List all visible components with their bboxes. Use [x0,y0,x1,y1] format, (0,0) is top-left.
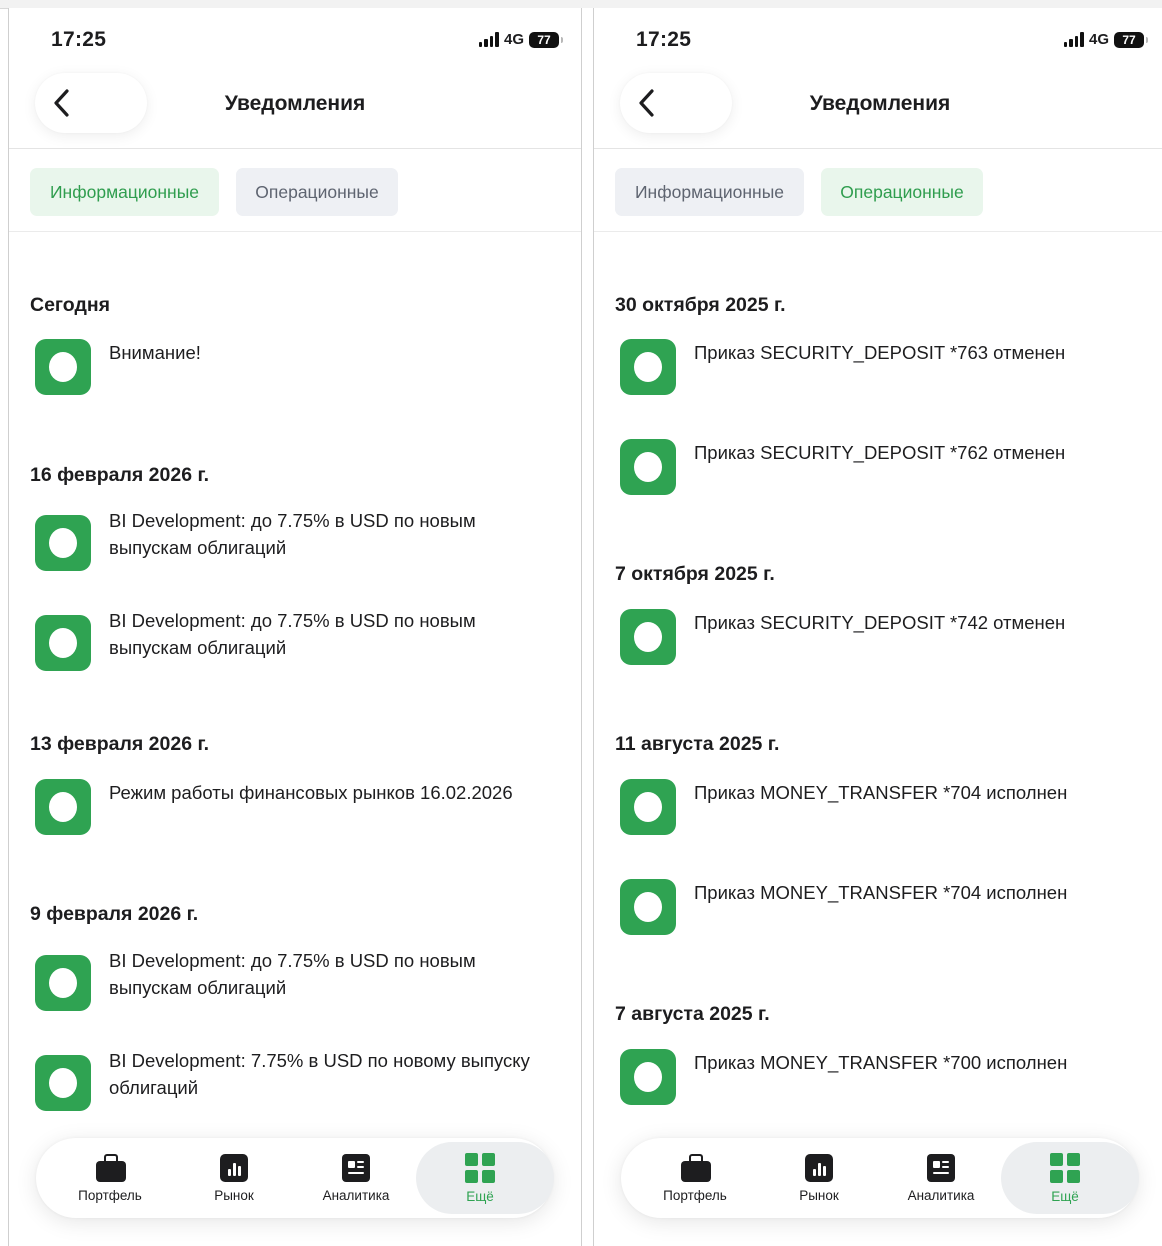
notification-icon [35,515,91,571]
notifications-list: 30 октября 2025 г. Приказ SECURITY_DEPOS… [594,231,1162,1246]
nav-more[interactable]: Ещё [1001,1138,1139,1218]
nav-market[interactable]: Рынок [757,1138,881,1218]
notification-icon [620,609,676,665]
status-bar: 17:25 4G 77 [594,8,1162,68]
notification-item[interactable]: Приказ SECURITY_DEPOSIT *762 отменен [620,439,1148,501]
notification-text: Приказ SECURITY_DEPOSIT *742 отменен [694,612,1066,633]
notification-text: Приказ MONEY_TRANSFER *704 исполнен [694,882,1068,903]
notification-text: BI Development: до 7.75% в USD по новым … [109,510,476,558]
header: Уведомления [9,68,581,149]
notification-text: BI Development: до 7.75% в USD по новым … [109,610,476,658]
notification-icon [35,779,91,835]
page-title: Уведомления [809,92,951,115]
notification-text: BI Development: до 7.75% в USD по новым … [109,950,476,998]
signal-icon [1063,32,1084,47]
group-date-title: 30 октября 2025 г. [615,294,786,316]
nav-market[interactable]: Рынок [172,1138,296,1218]
notification-text: Приказ SECURITY_DEPOSIT *762 отменен [694,442,1066,463]
group-date-title: Сегодня [30,294,110,316]
tab-informational[interactable]: Информационные [30,168,219,216]
tabs-bar: Информационные Операционные [9,149,581,232]
notification-item[interactable]: BI Development: до 7.75% в USD по новым … [35,507,563,571]
nav-label: Аналитика [907,1187,975,1203]
bottom-navigation: Портфель Рынок Аналитика Ещё [36,1138,554,1218]
nav-label: Рынок [214,1187,254,1203]
group-date-title: 11 августа 2025 г. [615,733,780,755]
nav-analytics[interactable]: Аналитика [294,1138,418,1218]
network-label: 4G [1088,31,1109,48]
notification-icon [35,955,91,1011]
notification-icon [620,879,676,935]
notification-text: Приказ MONEY_TRANSFER *704 исполнен [694,782,1068,803]
notification-icon [35,1055,91,1111]
nav-label: Ещё [1051,1188,1079,1204]
bottom-navigation: Портфель Рынок Аналитика Ещё [621,1138,1139,1218]
group-date-title: 7 октября 2025 г. [615,563,775,585]
notification-text: Приказ SECURITY_DEPOSIT *763 отменен [694,342,1066,363]
notification-item[interactable]: Приказ MONEY_TRANSFER *704 исполнен [620,779,1148,841]
battery-icon: 77 [1114,31,1148,48]
notification-icon [620,779,676,835]
notification-icon [35,339,91,395]
status-indicators: 4G 77 [1063,31,1148,48]
notification-item[interactable]: BI Development: 7.75% в USD по новому вы… [35,1047,563,1111]
tab-operational[interactable]: Операционные [821,168,983,216]
notification-item[interactable]: Приказ SECURITY_DEPOSIT *742 отменен [620,609,1148,671]
news-icon [927,1153,955,1182]
notification-icon [620,339,676,395]
notification-icon [620,1049,676,1105]
notification-item[interactable]: Приказ SECURITY_DEPOSIT *763 отменен [620,339,1148,401]
network-label: 4G [503,31,524,48]
notification-icon [620,439,676,495]
tab-operational[interactable]: Операционные [236,168,398,216]
notification-item[interactable]: Режим работы финансовых рынков 16.02.202… [35,779,563,841]
nav-label: Портфель [78,1187,142,1203]
notification-item[interactable]: Внимание! [35,339,563,401]
header: Уведомления [594,68,1162,149]
notifications-list: Сегодня Внимание! 16 февраля 2026 г. BI … [9,231,581,1246]
notification-item[interactable]: Приказ MONEY_TRANSFER *700 исполнен [620,1049,1148,1111]
screen-divider [582,8,593,1246]
group-date-title: 7 августа 2025 г. [615,1003,770,1025]
status-time: 17:25 [51,28,107,51]
chart-icon [220,1153,248,1182]
group-date-title: 13 февраля 2026 г. [30,733,210,755]
nav-more[interactable]: Ещё [416,1138,554,1218]
phone-screen-informational: 17:25 4G 77 Уведомления Информационные О… [8,8,582,1246]
nav-label: Ещё [466,1188,494,1204]
nav-analytics[interactable]: Аналитика [879,1138,1003,1218]
page-title: Уведомления [224,92,366,115]
battery-icon: 77 [529,31,563,48]
notification-text: Внимание! [109,342,201,363]
briefcase-icon [95,1153,126,1182]
nav-portfolio[interactable]: Портфель [633,1138,757,1218]
phone-screen-operational: 17:25 4G 77 Уведомления Информационные О… [593,8,1162,1246]
nav-label: Рынок [799,1187,839,1203]
briefcase-icon [680,1153,711,1182]
group-date-title: 16 февраля 2026 г. [30,464,210,486]
notification-text: Режим работы финансовых рынков 16.02.202… [109,782,513,803]
tab-informational[interactable]: Информационные [615,168,804,216]
nav-portfolio[interactable]: Портфель [48,1138,172,1218]
status-bar: 17:25 4G 77 [9,8,581,68]
tabs-bar: Информационные Операционные [594,149,1162,232]
nav-label: Портфель [663,1187,727,1203]
grid-icon [1050,1152,1080,1183]
notification-text: Приказ MONEY_TRANSFER *700 исполнен [694,1052,1068,1073]
notification-item[interactable]: Приказ MONEY_TRANSFER *704 исполнен [620,879,1148,941]
chart-icon [805,1153,833,1182]
notification-text: BI Development: 7.75% в USD по новому вы… [109,1050,530,1098]
notification-item[interactable]: BI Development: до 7.75% в USD по новым … [35,947,563,1011]
news-icon [342,1153,370,1182]
signal-icon [478,32,499,47]
notification-item[interactable]: BI Development: до 7.75% в USD по новым … [35,607,563,671]
nav-label: Аналитика [322,1187,390,1203]
grid-icon [465,1152,495,1183]
group-date-title: 9 февраля 2026 г. [30,903,199,925]
notification-icon [35,615,91,671]
status-indicators: 4G 77 [478,31,563,48]
status-time: 17:25 [636,28,692,51]
